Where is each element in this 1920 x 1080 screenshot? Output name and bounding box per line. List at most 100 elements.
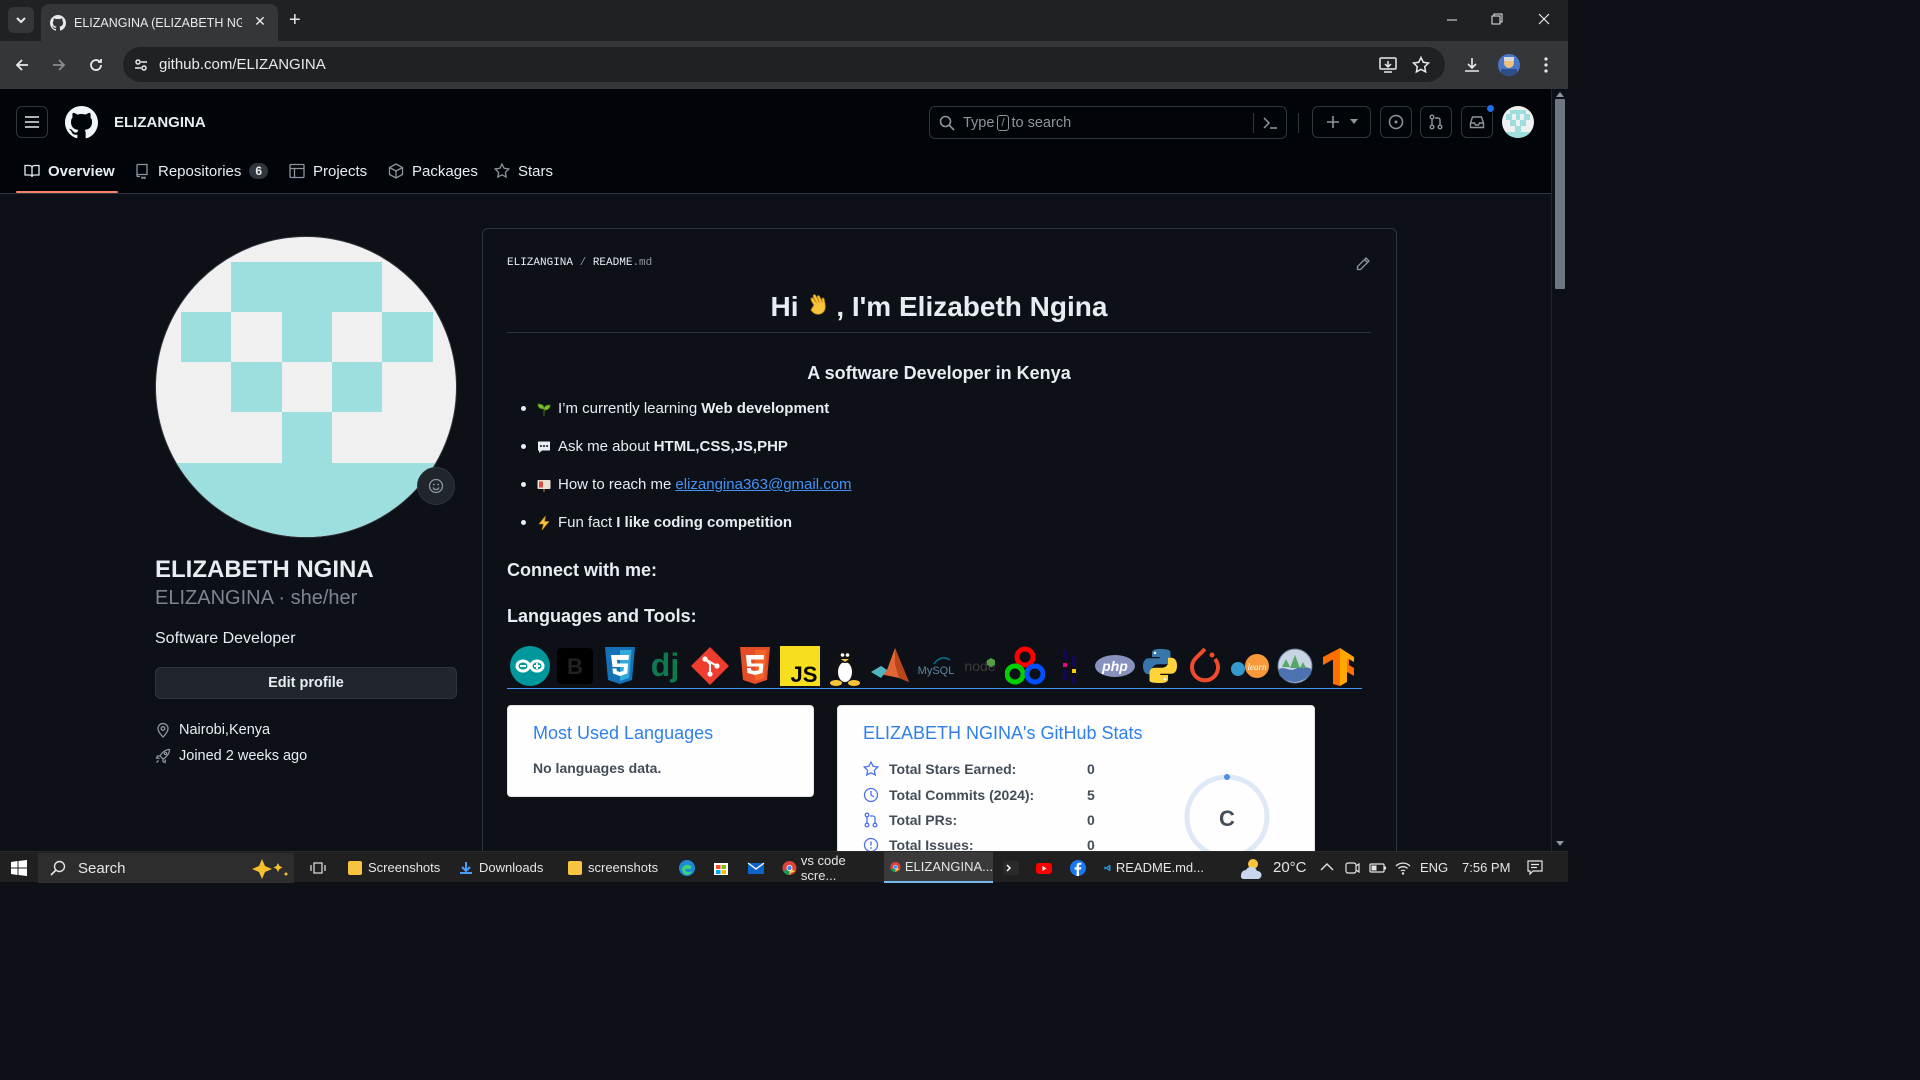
page-scrollbar[interactable] <box>1551 89 1568 851</box>
scroll-down-arrow-icon[interactable] <box>1556 841 1564 847</box>
top-languages-card[interactable]: Most Used Languages No languages data. <box>507 705 814 797</box>
connect-heading: Connect with me: <box>507 560 658 580</box>
battery-icon[interactable] <box>1369 861 1387 875</box>
pencil-edit-icon[interactable] <box>1355 256 1371 272</box>
profile-avatar[interactable] <box>1498 54 1520 76</box>
close-window-icon[interactable] <box>1538 13 1550 25</box>
php-icon[interactable]: php <box>1092 643 1137 689</box>
header-username[interactable]: ELIZANGINA <box>114 114 206 131</box>
search-placeholder-suffix: to search <box>1011 114 1072 131</box>
star-icon <box>494 163 510 179</box>
issues-button[interactable] <box>1380 106 1412 138</box>
restore-icon[interactable] <box>1491 13 1503 25</box>
arduino-icon[interactable] <box>507 643 552 689</box>
tray-chevron-up-icon[interactable] <box>1320 862 1334 872</box>
input-language[interactable]: ENG <box>1420 852 1448 883</box>
opencv-icon[interactable] <box>1002 643 1047 689</box>
django-icon[interactable]: dj <box>642 643 687 689</box>
email-link[interactable]: elizangina363@gmail.com <box>675 476 851 493</box>
edit-profile-button[interactable]: Edit profile <box>155 667 457 699</box>
seaborn-icon[interactable] <box>1272 643 1317 689</box>
more-menu-icon[interactable] <box>1540 56 1552 74</box>
wifi-icon[interactable] <box>1395 860 1411 876</box>
tab-stars[interactable]: Stars <box>494 159 553 183</box>
taskbar-pinned-mail[interactable] <box>747 852 765 883</box>
facebook-icon <box>1070 859 1086 876</box>
scrollbar-thumb[interactable] <box>1555 99 1565 289</box>
profile-avatar-large[interactable] <box>155 236 457 538</box>
tab-packages[interactable]: Packages <box>388 159 478 183</box>
notification-center-icon[interactable] <box>1527 860 1543 876</box>
new-tab-button[interactable]: + <box>289 10 301 30</box>
address-bar[interactable]: github.com/ELIZANGINA <box>123 47 1445 82</box>
taskbar-app-chrome-vscode[interactable]: vs code scre... <box>778 852 879 883</box>
pytorch-icon[interactable] <box>1182 643 1227 689</box>
pull-request-icon <box>864 812 878 828</box>
download-icon[interactable] <box>1463 56 1481 74</box>
user-avatar-menu[interactable] <box>1502 106 1534 138</box>
browser-tab-active[interactable]: ELIZANGINA (ELIZABETH NGINA) ✕ <box>41 4 278 41</box>
windows-start-icon[interactable] <box>11 860 27 876</box>
minimize-icon[interactable] <box>1446 14 1458 26</box>
search-placeholder-prefix: Type <box>963 114 995 131</box>
close-tab-icon[interactable]: ✕ <box>252 13 268 29</box>
taskbar-pinned-terminal[interactable] <box>1002 852 1020 883</box>
weather-widget[interactable]: 20°C <box>1237 852 1307 883</box>
taskbar-app-label: Downloads <box>479 860 544 875</box>
taskbar-app-vscode[interactable]: README.md... <box>1100 852 1204 883</box>
scikit-learn-icon[interactable]: learn <box>1227 643 1272 689</box>
taskbar-pinned-store[interactable] <box>712 852 730 883</box>
taskbar-app-downloads[interactable]: Downloads <box>451 852 557 883</box>
list-item: Ask me about HTML,CSS,JS,PHP <box>521 438 788 455</box>
github-stats-card[interactable]: ELIZABETH NGINA's GitHub Stats Total Sta… <box>837 705 1315 867</box>
taskbar-pinned-facebook[interactable] <box>1069 852 1087 883</box>
readme-path-owner[interactable]: ELIZANGINA <box>507 257 573 269</box>
site-info-icon[interactable] <box>133 57 149 73</box>
linux-icon[interactable] <box>822 643 867 689</box>
tensorflow-icon[interactable] <box>1317 643 1362 689</box>
html5-icon[interactable] <box>732 643 777 689</box>
reload-icon[interactable] <box>88 57 104 73</box>
bootstrap-icon[interactable]: B <box>552 643 597 689</box>
taskbar-pinned-youtube[interactable] <box>1035 852 1053 883</box>
nodejs-icon[interactable]: node <box>957 643 1002 689</box>
meet-now-icon[interactable] <box>1344 860 1360 876</box>
mysql-icon[interactable]: MySQL <box>912 643 957 689</box>
mysql-glyph: MySQL <box>917 665 954 677</box>
install-app-icon[interactable] <box>1379 56 1397 74</box>
command-palette-icon[interactable] <box>1262 115 1278 131</box>
taskbar-app-screenshots-folder[interactable]: screenshots <box>560 852 666 883</box>
forward-icon[interactable] <box>51 57 67 73</box>
taskbar-search[interactable]: Search <box>38 853 294 883</box>
bookmark-star-icon[interactable] <box>1412 56 1430 74</box>
tab-projects[interactable]: Projects <box>289 159 367 183</box>
tab-repositories[interactable]: Repositories 6 <box>134 159 269 183</box>
clock[interactable]: 7:56 PM <box>1462 852 1510 883</box>
django-glyph: dj <box>650 647 678 683</box>
pandas-icon[interactable] <box>1047 643 1092 689</box>
notifications-button[interactable] <box>1461 104 1495 138</box>
tab-list-button[interactable] <box>8 7 34 33</box>
set-status-button[interactable] <box>417 467 455 505</box>
matlab-icon[interactable] <box>867 643 912 689</box>
store-icon <box>714 862 728 875</box>
github-logo-icon[interactable] <box>65 106 98 139</box>
readme-path-file[interactable]: README <box>593 257 633 269</box>
search-input[interactable]: Type / to search <box>929 106 1287 139</box>
taskbar-app-chrome-github[interactable]: ELIZANGINA... <box>884 852 993 883</box>
javascript-icon[interactable]: JS <box>777 643 822 689</box>
scroll-up-arrow-icon[interactable] <box>1556 91 1564 97</box>
url-text: github.com/ELIZANGINA <box>159 56 326 73</box>
css3-icon[interactable] <box>597 643 642 689</box>
pull-requests-button[interactable] <box>1420 106 1452 138</box>
back-icon[interactable] <box>14 57 30 73</box>
python-icon[interactable] <box>1137 643 1182 689</box>
create-new-button[interactable] <box>1312 106 1371 138</box>
taskbar-pinned-edge[interactable] <box>678 852 696 883</box>
hamburger-menu-button[interactable] <box>16 106 48 138</box>
taskbar-app-screenshots[interactable]: Screenshots <box>340 852 446 883</box>
git-icon[interactable] <box>687 643 732 689</box>
task-view-icon[interactable] <box>310 860 326 876</box>
tab-overview[interactable]: Overview <box>24 159 115 183</box>
repositories-count-badge: 6 <box>249 163 269 179</box>
